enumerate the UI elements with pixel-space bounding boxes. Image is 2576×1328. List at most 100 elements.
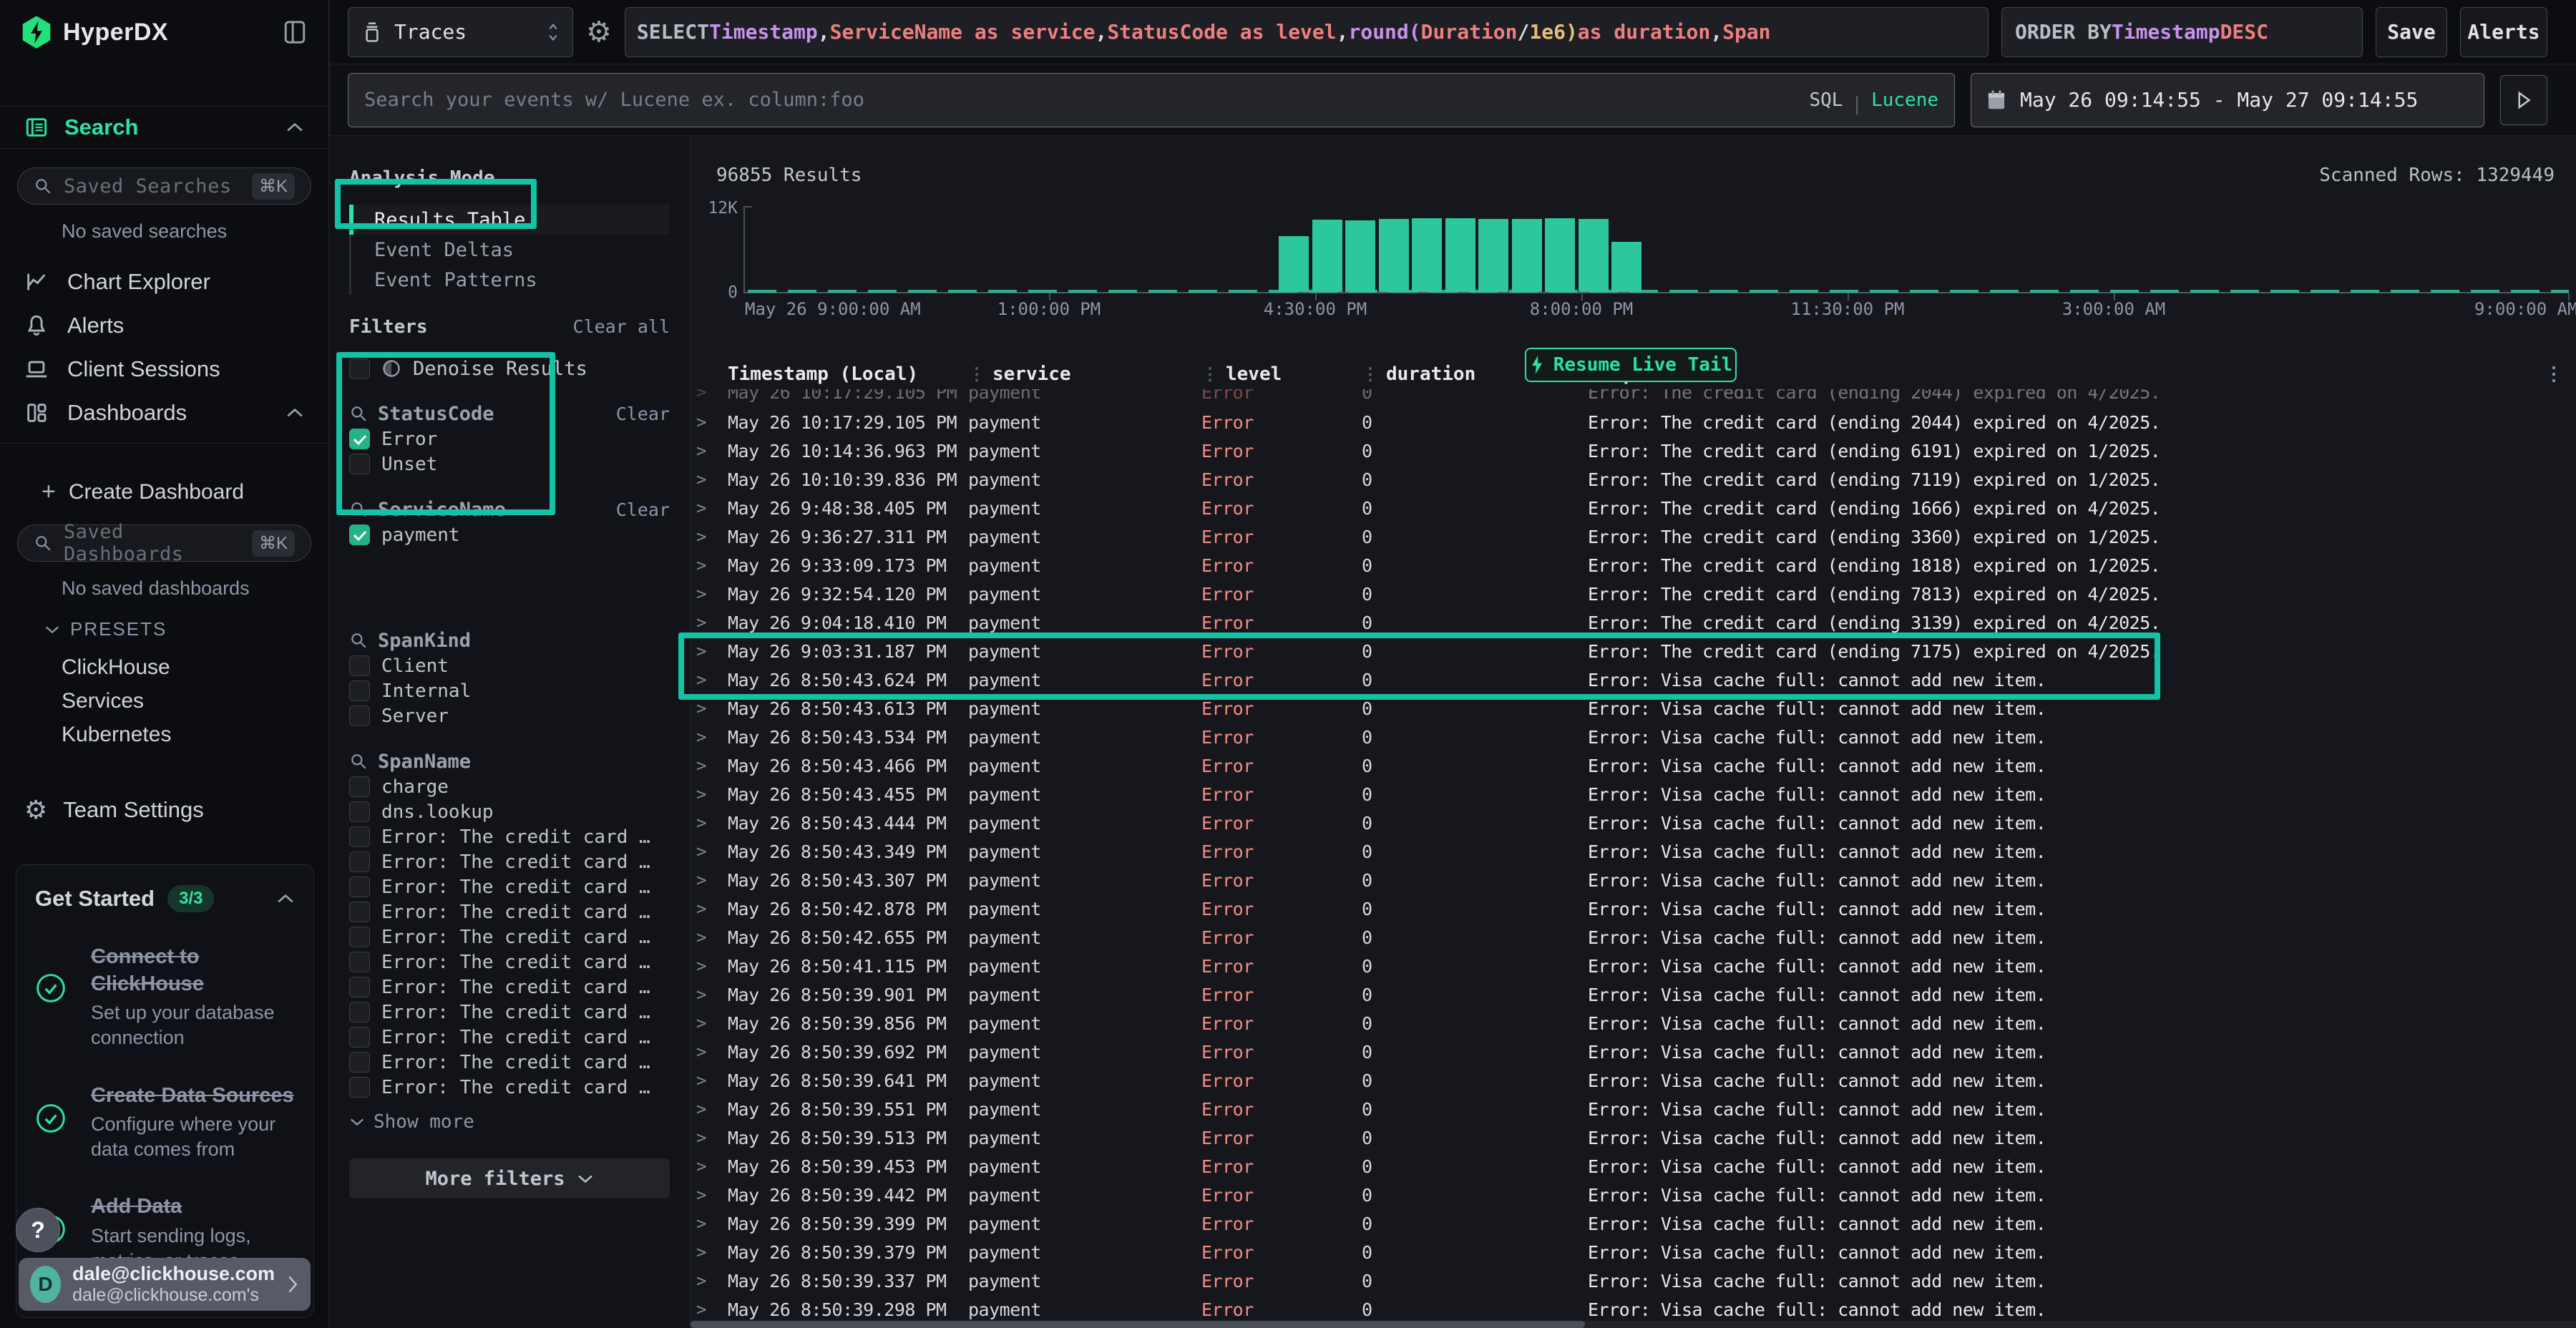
filter-checkbox[interactable] (349, 801, 370, 822)
row-expand-chevron-icon[interactable]: > (696, 784, 728, 804)
table-row[interactable]: >May 26 8:50:42.878 PMpaymentError0Error… (691, 894, 2576, 923)
table-row[interactable]: >May 26 8:50:43.613 PMpaymentError0Error… (691, 694, 2576, 723)
filter-item[interactable]: Error: The credit card … (349, 924, 670, 949)
filter-checkbox[interactable] (349, 706, 370, 726)
sidebar-item-chart-explorer[interactable]: Chart Explorer (0, 260, 328, 303)
filter-item[interactable]: Error: The credit card … (349, 1000, 670, 1025)
row-expand-chevron-icon[interactable]: > (696, 1128, 728, 1148)
table-row[interactable]: >May 26 8:50:43.534 PMpaymentError0Error… (691, 723, 2576, 751)
event-search-box[interactable]: SQL | Lucene (348, 73, 1955, 127)
table-row[interactable]: >May 26 9:48:38.405 PMpaymentError0Error… (691, 494, 2576, 522)
table-row[interactable]: >May 26 8:50:39.901 PMpaymentError0Error… (691, 980, 2576, 1009)
table-row[interactable]: >May 26 8:50:39.298 PMpaymentError0Error… (691, 1295, 2576, 1324)
table-row[interactable]: >May 26 10:14:36.963 PMpaymentError0Erro… (691, 436, 2576, 465)
analysis-mode-event-deltas[interactable]: Event Deltas (351, 235, 670, 265)
row-expand-chevron-icon[interactable]: > (696, 727, 728, 747)
filter-item[interactable]: Error: The credit card … (349, 1025, 670, 1050)
filter-group-clear[interactable]: Clear (616, 499, 670, 520)
row-expand-chevron-icon[interactable]: > (696, 1042, 728, 1062)
filter-item[interactable]: Error: The credit card … (349, 975, 670, 1000)
row-expand-chevron-icon[interactable]: > (696, 1070, 728, 1090)
filter-checkbox[interactable] (349, 826, 370, 847)
row-expand-chevron-icon[interactable]: > (696, 389, 728, 402)
table-row[interactable]: >May 26 8:50:43.349 PMpaymentError0Error… (691, 837, 2576, 866)
table-row[interactable]: >May 26 9:33:09.173 PMpaymentError0Error… (691, 551, 2576, 580)
filter-checkbox[interactable] (349, 927, 370, 947)
row-expand-chevron-icon[interactable]: > (696, 498, 728, 518)
help-button[interactable]: ? (16, 1208, 60, 1252)
row-expand-chevron-icon[interactable]: > (696, 1099, 728, 1119)
filter-item[interactable]: Error: The credit card … (349, 874, 670, 899)
row-expand-chevron-icon[interactable]: > (696, 670, 728, 690)
table-row[interactable]: >May 26 8:50:39.692 PMpaymentError0Error… (691, 1038, 2576, 1066)
row-expand-chevron-icon[interactable]: > (696, 756, 728, 776)
table-row[interactable]: >May 26 8:50:43.444 PMpaymentError0Error… (691, 809, 2576, 837)
table-row[interactable]: >May 26 9:03:31.187 PMpaymentError0Error… (691, 637, 2576, 665)
table-row[interactable]: >May 26 10:17:29.105 PMpaymentError0Erro… (691, 408, 2576, 436)
filter-item[interactable]: Unset (349, 451, 670, 477)
table-row[interactable]: >May 26 8:50:43.466 PMpaymentError0Error… (691, 751, 2576, 780)
table-row[interactable]: >May 26 8:50:39.551 PMpaymentError0Error… (691, 1095, 2576, 1123)
row-expand-chevron-icon[interactable]: > (696, 985, 728, 1005)
filter-checkbox[interactable] (349, 429, 370, 449)
select-clause-input[interactable]: SELECT Timestamp, ServiceName as service… (625, 7, 1989, 57)
get-started-item[interactable]: Create Data SourcesConfigure where your … (35, 1083, 295, 1163)
filter-checkbox[interactable] (349, 1052, 370, 1073)
table-row[interactable]: >May 26 8:50:39.379 PMpaymentError0Error… (691, 1238, 2576, 1266)
column-resize-handle[interactable]: ⋮ (1362, 364, 1379, 384)
row-expand-chevron-icon[interactable]: > (696, 612, 728, 633)
filter-item[interactable]: Error: The credit card … (349, 849, 670, 874)
filter-item[interactable]: Client (349, 653, 670, 678)
column-resize-handle[interactable]: ⋮ (968, 364, 985, 384)
row-expand-chevron-icon[interactable]: > (696, 1013, 728, 1033)
row-expand-chevron-icon[interactable]: > (696, 1214, 728, 1234)
table-row[interactable]: >May 26 9:36:27.311 PMpaymentError0Error… (691, 522, 2576, 551)
table-row[interactable]: >May 26 8:50:41.115 PMpaymentError0Error… (691, 952, 2576, 980)
table-row[interactable]: >May 26 8:50:39.337 PMpaymentError0Error… (691, 1266, 2576, 1295)
filter-item[interactable]: Error: The credit card … (349, 1050, 670, 1075)
denoise-checkbox[interactable] (349, 358, 370, 379)
row-expand-chevron-icon[interactable]: > (696, 527, 728, 547)
filter-item[interactable]: Error: The credit card … (349, 899, 670, 924)
row-expand-chevron-icon[interactable]: > (696, 469, 728, 489)
row-expand-chevron-icon[interactable]: > (696, 1271, 728, 1291)
row-expand-chevron-icon[interactable]: > (696, 641, 728, 661)
sql-toggle[interactable]: SQL (1809, 89, 1843, 111)
filter-checkbox[interactable] (349, 877, 370, 897)
filter-checkbox[interactable] (349, 977, 370, 997)
filter-checkbox[interactable] (349, 776, 370, 797)
filter-checkbox[interactable] (349, 952, 370, 972)
sidebar-item-search[interactable]: Search (0, 106, 328, 149)
filter-item[interactable]: Error: The credit card … (349, 824, 670, 849)
run-search-button[interactable] (2500, 75, 2547, 125)
sidebar-item-alerts[interactable]: Alerts (0, 303, 328, 347)
col-level[interactable]: level (1226, 363, 1282, 385)
chevron-up-icon[interactable] (276, 893, 295, 904)
row-expand-chevron-icon[interactable]: > (696, 899, 728, 919)
row-expand-chevron-icon[interactable]: > (696, 870, 728, 890)
denoise-results-toggle[interactable]: Denoise Results (349, 356, 670, 381)
table-row[interactable]: >May 26 8:50:39.453 PMpaymentError0Error… (691, 1152, 2576, 1181)
sidebar-item-client-sessions[interactable]: Client Sessions (0, 347, 328, 391)
filter-checkbox[interactable] (349, 1077, 370, 1098)
table-row[interactable]: >May 26 8:50:43.455 PMpaymentError0Error… (691, 780, 2576, 809)
filter-item[interactable]: Server (349, 703, 670, 728)
resume-live-tail-button[interactable]: Resume Live Tail (1525, 348, 1737, 382)
source-select[interactable]: Traces (348, 7, 573, 57)
analysis-mode-event-patterns[interactable]: Event Patterns (351, 265, 670, 295)
preset-services[interactable]: Services (0, 684, 328, 718)
create-dashboard-button[interactable]: + Create Dashboard (0, 478, 328, 506)
preset-clickhouse[interactable]: ClickHouse (0, 650, 328, 684)
table-row[interactable]: >May 26 8:50:39.442 PMpaymentError0Error… (691, 1181, 2576, 1209)
row-expand-chevron-icon[interactable]: > (696, 1156, 728, 1176)
col-duration[interactable]: duration (1386, 363, 1475, 385)
column-resize-handle[interactable]: ⋮ (1201, 364, 1219, 384)
table-row[interactable]: >May 26 8:50:39.513 PMpaymentError0Error… (691, 1123, 2576, 1152)
filter-checkbox[interactable] (349, 454, 370, 474)
alerts-button[interactable]: Alerts (2460, 7, 2547, 57)
filter-checkbox[interactable] (349, 680, 370, 701)
filter-checkbox[interactable] (349, 1027, 370, 1048)
row-expand-chevron-icon[interactable]: > (696, 412, 728, 432)
filter-item[interactable]: charge (349, 774, 670, 799)
saved-searches-input[interactable]: Saved Searches ⌘K (17, 167, 311, 205)
